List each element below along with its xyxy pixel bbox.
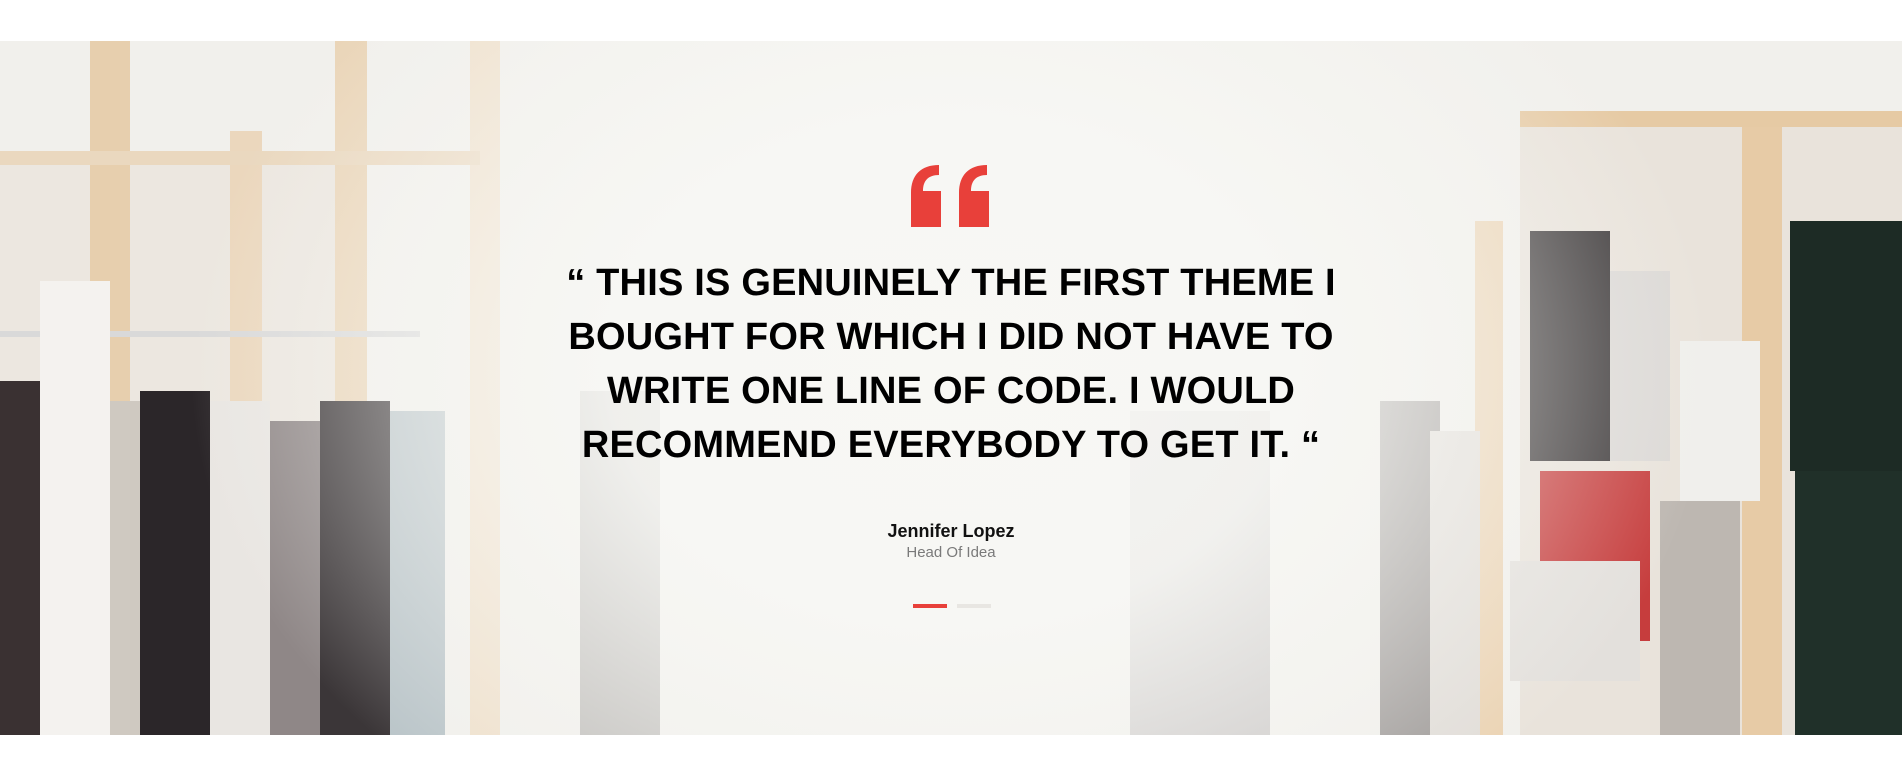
slider-dot-2[interactable] xyxy=(957,604,991,608)
testimonial-quote: “ THIS IS GENUINELY THE FIRST THEME I BO… xyxy=(566,262,1336,466)
testimonial-slider: “ THIS IS GENUINELY THE FIRST THEME I BO… xyxy=(0,41,1902,735)
slider-dot-1[interactable] xyxy=(913,604,947,608)
testimonial-author-name: Jennifer Lopez xyxy=(887,521,1015,541)
quote-mark-icon xyxy=(911,165,989,227)
testimonial-author-role: Head Of Idea xyxy=(906,544,996,561)
testimonial-section: “ THIS IS GENUINELY THE FIRST THEME I BO… xyxy=(0,41,1902,735)
slider-pagination xyxy=(913,604,993,608)
